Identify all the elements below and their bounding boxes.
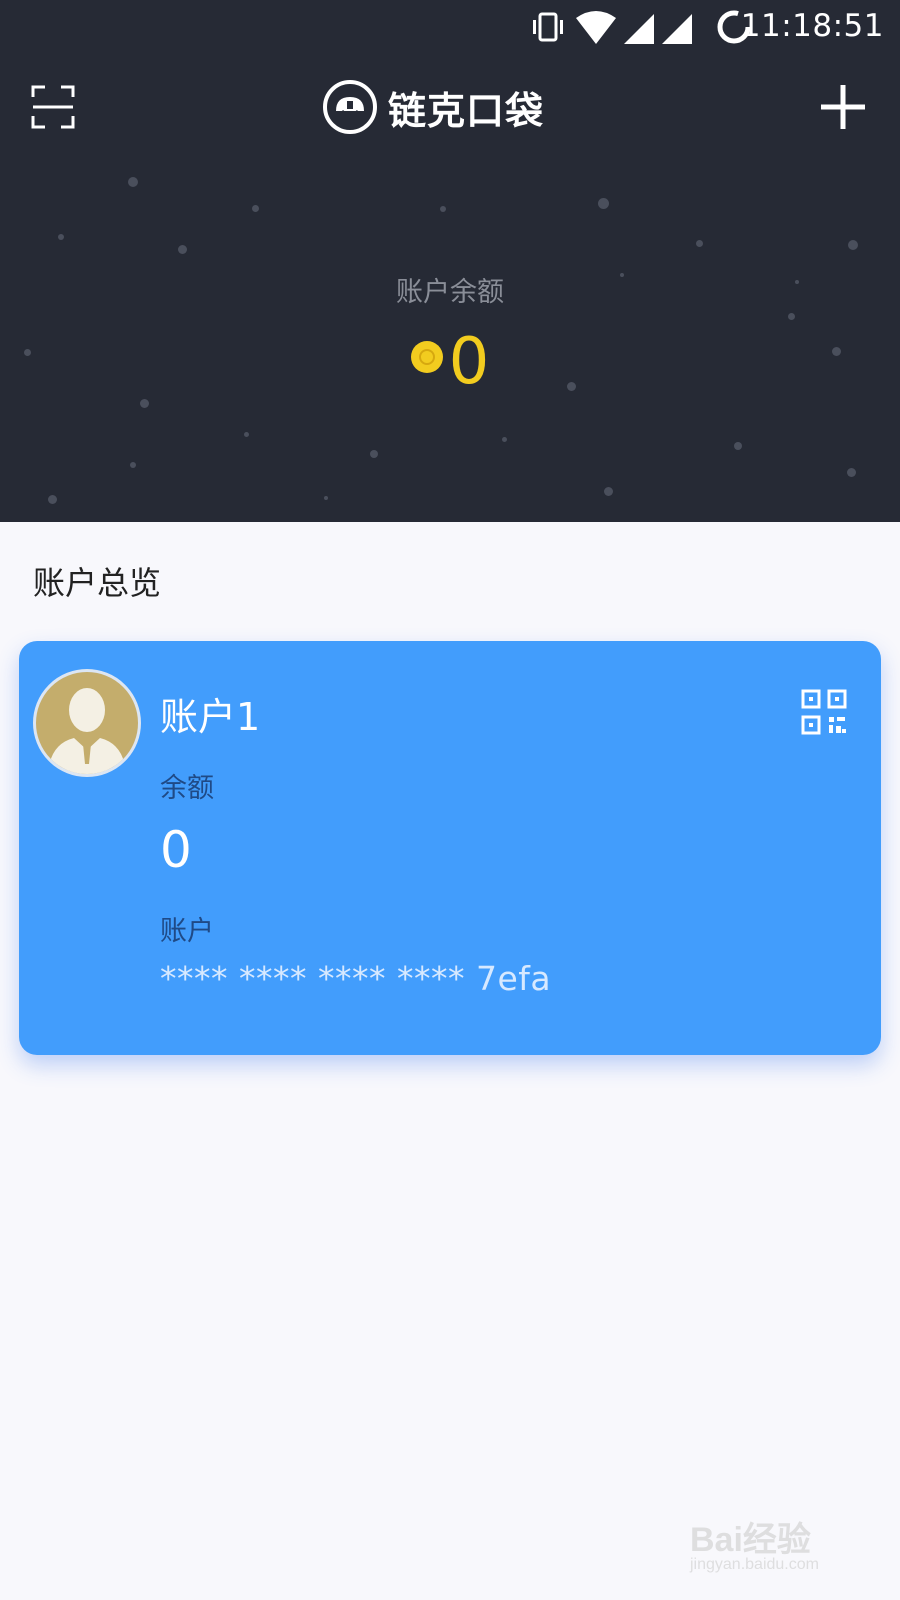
card-account-number: **** **** **** **** 7efa <box>160 959 552 998</box>
avatar <box>33 669 141 777</box>
star-dot <box>848 240 858 250</box>
user-icon <box>48 688 126 774</box>
star-dot <box>324 496 328 500</box>
card-balance-value: 0 <box>160 821 192 879</box>
star-dot <box>128 177 138 187</box>
card-balance-label: 余额 <box>160 773 214 804</box>
balance-display: 0 <box>0 330 900 394</box>
account-card[interactable]: 账户1 余额 0 账户 **** **** **** **** 7efa <box>19 641 881 1055</box>
account-name: 账户1 <box>160 695 261 739</box>
star-dot <box>502 437 507 442</box>
app-header: 链克口袋 <box>0 64 900 150</box>
card-account-label: 账户 <box>160 916 214 947</box>
balance-label: 账户余额 <box>396 277 504 308</box>
app-name: 链克口袋 <box>388 88 545 133</box>
star-dot <box>598 198 609 209</box>
star-dot <box>440 206 446 212</box>
logo-icon <box>323 80 377 134</box>
star-dot <box>178 245 187 254</box>
star-dot <box>130 462 136 468</box>
watermark-url: jingyan.baidu.com <box>690 1556 819 1573</box>
star-dot <box>48 495 57 504</box>
balance-value: 0 <box>448 325 490 399</box>
app-logo: 链克口袋 <box>322 76 544 138</box>
signal-icon <box>624 14 692 44</box>
star-dot <box>847 468 856 477</box>
star-dot <box>788 313 795 320</box>
star-dot <box>140 399 149 408</box>
status-bar: 11:18:51 <box>0 0 900 52</box>
qr-code-icon[interactable] <box>801 689 847 735</box>
add-icon[interactable] <box>818 82 868 132</box>
star-dot <box>604 487 613 496</box>
watermark: Bai经验 jingyan.baidu.com <box>690 1512 880 1582</box>
watermark-logo: Bai经验 <box>690 1521 811 1559</box>
star-dot <box>734 442 742 450</box>
overview-title: 账户总览 <box>33 564 162 602</box>
wifi-icon <box>576 11 616 44</box>
star-dot <box>696 240 703 247</box>
scan-icon[interactable] <box>28 82 78 132</box>
star-dot <box>370 450 378 458</box>
header-panel: 11:18:51 链克口袋 账户余额 0 <box>0 0 900 522</box>
star-dot <box>252 205 259 212</box>
star-dot <box>244 432 249 437</box>
status-icons <box>533 10 751 44</box>
status-time: 11:18:51 <box>740 8 884 44</box>
star-dot <box>58 234 64 240</box>
vibrate-icon <box>533 12 563 42</box>
coin-icon <box>410 341 443 373</box>
